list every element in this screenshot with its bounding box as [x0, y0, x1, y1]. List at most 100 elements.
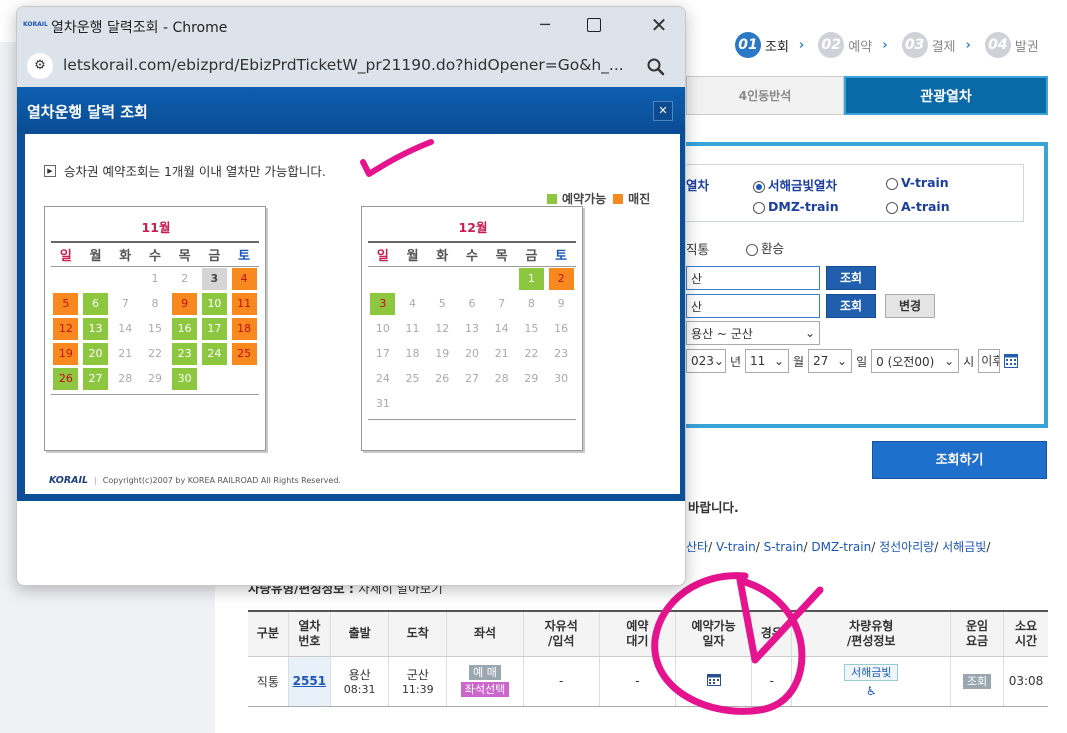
calendar-day[interactable]: 4	[229, 266, 259, 291]
departure-search-button[interactable]: 조회	[826, 266, 876, 290]
calendar-day-number: 9	[557, 296, 565, 310]
calendar-day[interactable]: 26	[51, 366, 81, 391]
close-icon[interactable]: ✕	[645, 11, 673, 39]
weekday-header: 수	[140, 241, 170, 267]
tab-tourist-train[interactable]: 관광열차	[844, 76, 1048, 115]
search-submit-button[interactable]: 조회하기	[872, 441, 1047, 479]
site-settings-icon[interactable]: ⚙	[27, 53, 53, 79]
calendar-day[interactable]: 1	[517, 266, 547, 291]
calendar-day-number: 12	[53, 317, 79, 340]
calendar-empty-cell	[81, 266, 111, 291]
book-button[interactable]: 예 매	[469, 665, 501, 680]
calendar-day[interactable]: 11	[229, 291, 259, 316]
calendar-day-number: 2	[181, 271, 189, 285]
arrival-station-input[interactable]: 산	[686, 294, 820, 318]
calendar-day[interactable]: 30	[170, 366, 200, 391]
calendar-day[interactable]: 20	[81, 341, 111, 366]
copyright-text: Copyright(c)2007 by KOREA RAILROAD All R…	[102, 476, 341, 485]
calendar-day[interactable]: 16	[170, 316, 200, 341]
day-select[interactable]: 27 ⌄	[808, 349, 853, 373]
radio-dmz[interactable]: DMZ-train	[753, 199, 839, 214]
url-text[interactable]: letskorail.com/ebizprd/EbizPrdTicketW_pr…	[63, 56, 624, 74]
trip-direct[interactable]: 직통	[686, 239, 709, 258]
calendar-day-number: 5	[438, 296, 446, 310]
month-select[interactable]: 11 ⌄	[745, 349, 790, 373]
step-label: 예약	[848, 39, 873, 55]
calendar-day-number: 29	[524, 371, 539, 385]
calendar-day-number: 28	[118, 371, 133, 385]
search-icon[interactable]	[647, 58, 665, 76]
train-link[interactable]: 산타	[686, 540, 708, 554]
train-link[interactable]: S-train	[764, 540, 804, 554]
calendar-icon[interactable]	[1004, 354, 1019, 368]
calendar-day[interactable]: 17	[200, 316, 230, 341]
radio-seohae[interactable]: 서해금빛열차	[753, 175, 837, 194]
row-free-seat: -	[523, 656, 600, 707]
calendar-empty-cell	[457, 266, 487, 291]
calendar-day: 1	[140, 266, 170, 291]
calendar-day[interactable]: 6	[81, 291, 111, 316]
calendar-day[interactable]: 23	[170, 341, 200, 366]
calendar-day-number: 20	[83, 342, 109, 365]
train-link[interactable]: V-train	[716, 540, 756, 554]
train-link[interactable]: DMZ-train	[811, 540, 871, 554]
calendar-day[interactable]: 10	[200, 291, 230, 316]
arr-station: 군산	[406, 668, 429, 682]
hour-select[interactable]: 0 (오전00) ⌄	[871, 349, 960, 373]
swap-stations-button[interactable]: 변경	[885, 294, 935, 318]
maximize-icon[interactable]	[587, 18, 601, 32]
train-option-partial: 열차	[686, 178, 710, 193]
row-train-no[interactable]: 2551	[288, 656, 332, 707]
radio-atrain[interactable]: A-train	[886, 199, 950, 214]
calendar-day[interactable]: 24	[200, 341, 230, 366]
window-title: 열차운행 달력조회 - Chrome	[51, 20, 228, 36]
calendar-day[interactable]: 27	[81, 366, 111, 391]
radio-icon	[886, 201, 898, 214]
calendar-day-number: 23	[554, 346, 569, 360]
notice-text: 바랍니다.	[688, 500, 739, 515]
calendar-empty-cell	[229, 366, 259, 391]
tab-4person-seat[interactable]: 4인동반석	[686, 76, 844, 115]
modal-footer: KORAIL | Copyright(c)2007 by KOREA RAILR…	[49, 475, 341, 486]
calendar-day[interactable]: 5	[51, 291, 81, 316]
calendar-day[interactable]: 13	[81, 316, 111, 341]
radio-vtrain[interactable]: V-train	[886, 175, 949, 190]
calendar-day[interactable]: 25	[229, 341, 259, 366]
calendar-empty-cell	[51, 266, 81, 291]
weekday-header: 월	[397, 241, 428, 267]
route-select[interactable]: 용산 ~ 군산 ⌄	[686, 321, 820, 345]
calendar-day: 27	[457, 366, 487, 391]
notice-row: ▶ 승차권 예약조회는 1개월 이내 열차만 가능합니다.	[44, 161, 326, 180]
calendar-day[interactable]: 9	[170, 291, 200, 316]
weekday-header: 화	[427, 241, 458, 267]
calendar-day[interactable]: 19	[51, 341, 81, 366]
calendar-day[interactable]: 3	[368, 291, 398, 316]
car-type-button[interactable]: 서해금빛	[843, 664, 899, 681]
calendar-grid: 일 월 화 수 목 금 토 1 2 3 4 5 6 7 8 9 10 11 12 13 14 15 16 17 18 19 20 21…	[368, 241, 576, 416]
arrival-search-button[interactable]: 조회	[826, 294, 876, 318]
calendar-day: 11	[398, 316, 428, 341]
modal-close-icon[interactable]: ✕	[653, 101, 673, 121]
calendar-day: 9	[546, 291, 576, 316]
weekday-header: 목	[486, 241, 517, 267]
trip-transfer[interactable]: 환승	[746, 238, 784, 257]
fare-button[interactable]: 조회	[962, 673, 992, 689]
legend-available-swatch	[547, 193, 557, 204]
seat-select-button[interactable]: 좌석선택	[460, 682, 510, 697]
calendar-day: 29	[517, 366, 547, 391]
minimize-icon[interactable]: ─	[529, 13, 561, 39]
train-link[interactable]: 정선아리랑	[879, 540, 934, 554]
calendar-day[interactable]: 12	[51, 316, 81, 341]
chevron-down-icon: ⌄	[944, 354, 955, 368]
departure-station-input[interactable]: 산	[686, 266, 820, 290]
calendar-day-number: 26	[435, 371, 450, 385]
year-select[interactable]: 023 ⌄	[686, 349, 726, 373]
calendar-day[interactable]: 2	[546, 266, 576, 291]
chevron-right-icon: ›	[882, 37, 888, 53]
booking-steps: 01 조회 › 02 예약 › 03 결제 › 04 발권	[735, 32, 1039, 58]
radio-selected-icon	[753, 180, 765, 193]
calendar-day-number: 5	[53, 292, 79, 315]
train-link[interactable]: 서해금빛	[942, 540, 986, 554]
calendar-day[interactable]: 18	[229, 316, 259, 341]
calendar-day[interactable]: 3	[200, 266, 230, 291]
